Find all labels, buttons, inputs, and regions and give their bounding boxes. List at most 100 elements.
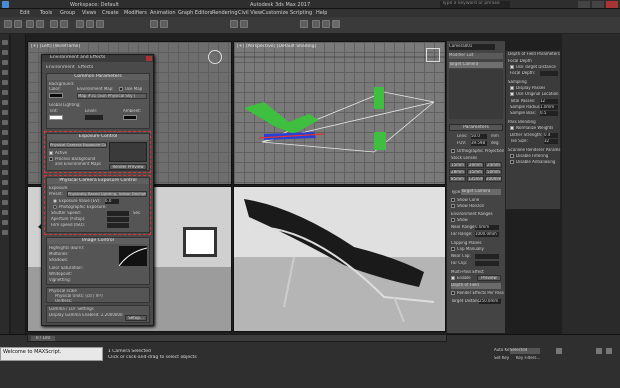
dof-title[interactable]: Depth of Field Parameters [508, 52, 560, 57]
strip-icon[interactable] [2, 220, 8, 225]
tile-size-spinner[interactable]: 32 [544, 139, 558, 144]
strip-icon[interactable] [2, 70, 8, 75]
strip-icon[interactable] [2, 230, 8, 235]
photographic-radio[interactable] [53, 205, 57, 209]
level-spinner[interactable] [85, 115, 103, 120]
move-icon[interactable] [76, 20, 84, 28]
use-map-checkbox[interactable] [119, 87, 123, 91]
select-icon[interactable] [50, 20, 58, 28]
near-clip-spinner[interactable] [475, 254, 499, 259]
exposure-value-radio[interactable] [53, 199, 57, 203]
dialog-title[interactable]: Environment and Effects [42, 55, 153, 62]
focal-depth-spinner[interactable] [540, 71, 558, 76]
dither-spinner[interactable]: 0.4 [544, 133, 558, 138]
pan-icon[interactable] [606, 348, 612, 354]
use-target-checkbox[interactable] [510, 65, 514, 69]
menu-help[interactable]: Help [316, 10, 327, 16]
time-slider[interactable]: 0 / 100 [27, 334, 447, 342]
background-color-swatch[interactable] [49, 93, 63, 98]
menu-edit[interactable]: Edit [20, 10, 30, 16]
tab-environment[interactable]: Environment [46, 65, 75, 70]
maxscript-listener[interactable]: Welcome to MAXScript. [0, 347, 103, 361]
menu-create[interactable]: Create [102, 10, 119, 16]
strip-icon[interactable] [2, 200, 8, 205]
show-ranges-checkbox[interactable] [451, 218, 455, 222]
parameters-rollout[interactable]: Parameters [449, 124, 503, 131]
strip-icon[interactable] [2, 190, 8, 195]
modifier-stack-item[interactable]: Target Camera [449, 62, 503, 68]
clip-manually-checkbox[interactable] [451, 247, 455, 251]
aperture-spinner[interactable] [107, 217, 129, 222]
close-button[interactable] [606, 1, 618, 8]
far-range-spinner[interactable]: 1000.0mm [475, 232, 499, 237]
render-effects-checkbox[interactable] [451, 291, 455, 295]
strip-icon[interactable] [2, 50, 8, 55]
strip-icon[interactable] [2, 90, 8, 95]
align-icon[interactable] [240, 20, 248, 28]
show-cone-checkbox[interactable] [451, 198, 455, 202]
menu-scripting[interactable]: Scripting [290, 10, 312, 16]
ortho-checkbox[interactable] [451, 149, 455, 153]
near-range-spinner[interactable]: 0.0mm [475, 225, 499, 230]
close-icon[interactable] [146, 56, 152, 61]
redo-icon[interactable] [14, 20, 22, 28]
lens-28mm-button[interactable]: 28mm [449, 169, 466, 175]
section-title[interactable]: Physical Camera Exposure Control [47, 178, 149, 184]
lens-20mm-button[interactable]: 20mm [467, 162, 484, 168]
strip-icon[interactable] [2, 60, 8, 65]
strip-icon[interactable] [2, 120, 8, 125]
exposure-dropdown[interactable]: Physical Camera Exposure Control [49, 142, 107, 148]
env-map-button[interactable]: Map #31 (Sun Physical Sky ) [77, 93, 147, 99]
dof-dropdown[interactable]: Depth of Field [451, 283, 501, 289]
menu-animation[interactable]: Animation [150, 10, 176, 16]
shutter-spinner[interactable] [107, 211, 129, 216]
show-horizon-checkbox[interactable] [451, 204, 455, 208]
ambient-swatch[interactable] [123, 115, 137, 120]
viewport-perspective[interactable]: [+] [Perspective] [Default Shading] [233, 41, 446, 185]
strip-icon[interactable] [2, 180, 8, 185]
preset-dropdown[interactable]: Physically Based Lighting, Indoor Daylig… [67, 191, 147, 197]
sample-radius-spinner[interactable]: 1.0mm [540, 105, 558, 110]
lens-35mm-button[interactable]: 35mm [467, 169, 484, 175]
strip-icon[interactable] [2, 130, 8, 135]
disable-filtering-checkbox[interactable] [510, 154, 514, 158]
scene-explorer-strip[interactable] [11, 34, 26, 334]
rotate-icon[interactable] [86, 20, 94, 28]
menu-rendering[interactable]: Rendering [212, 10, 238, 16]
minimize-button[interactable] [578, 1, 590, 8]
viewport-camera-right[interactable]: [+] [Camera002] [Realistic] [233, 186, 446, 332]
sample-bias-spinner[interactable]: 0.5 [540, 111, 558, 116]
preview-button[interactable]: Preview [477, 275, 501, 281]
workspace-label[interactable]: Workspace: Default [70, 2, 119, 8]
strip-icon[interactable] [2, 160, 8, 165]
set-key-button[interactable]: Set Key [494, 356, 509, 361]
link-icon[interactable] [26, 20, 34, 28]
unlink-icon[interactable] [36, 20, 44, 28]
strip-icon[interactable] [2, 80, 8, 85]
fov-spinner[interactable]: 39.598 [471, 141, 487, 146]
lens-spinner[interactable]: 50.0 [471, 134, 487, 139]
active-checkbox[interactable] [49, 151, 53, 155]
far-clip-spinner[interactable] [475, 261, 499, 266]
lens-50mm-button[interactable]: 50mm [485, 169, 502, 175]
process-bg-checkbox[interactable] [49, 157, 53, 161]
strip-icon[interactable] [2, 140, 8, 145]
display-passes-checkbox[interactable] [510, 86, 514, 90]
enable-checkbox[interactable] [451, 276, 455, 280]
section-title[interactable]: Common Parameters [47, 74, 149, 80]
viewcube-icon[interactable] [426, 48, 440, 62]
lens-200mm-button[interactable]: 200mm [485, 176, 502, 182]
scale-icon[interactable] [96, 20, 104, 28]
render-icon[interactable] [332, 20, 340, 28]
strip-icon[interactable] [2, 40, 8, 45]
key-filters-button[interactable]: Key Filters... [516, 356, 540, 361]
maximize-button[interactable] [592, 1, 604, 8]
menu-civil-view[interactable]: Civil View [238, 10, 262, 16]
search-field[interactable]: Type a keyword or phrase [440, 1, 510, 8]
menu-group[interactable]: Group [60, 10, 75, 16]
strip-icon[interactable] [2, 210, 8, 215]
render-frame-icon[interactable] [322, 20, 330, 28]
lens-24mm-button[interactable]: 24mm [485, 162, 502, 168]
select-by-name-icon[interactable] [60, 20, 68, 28]
disable-antialiasing-checkbox[interactable] [510, 160, 514, 164]
